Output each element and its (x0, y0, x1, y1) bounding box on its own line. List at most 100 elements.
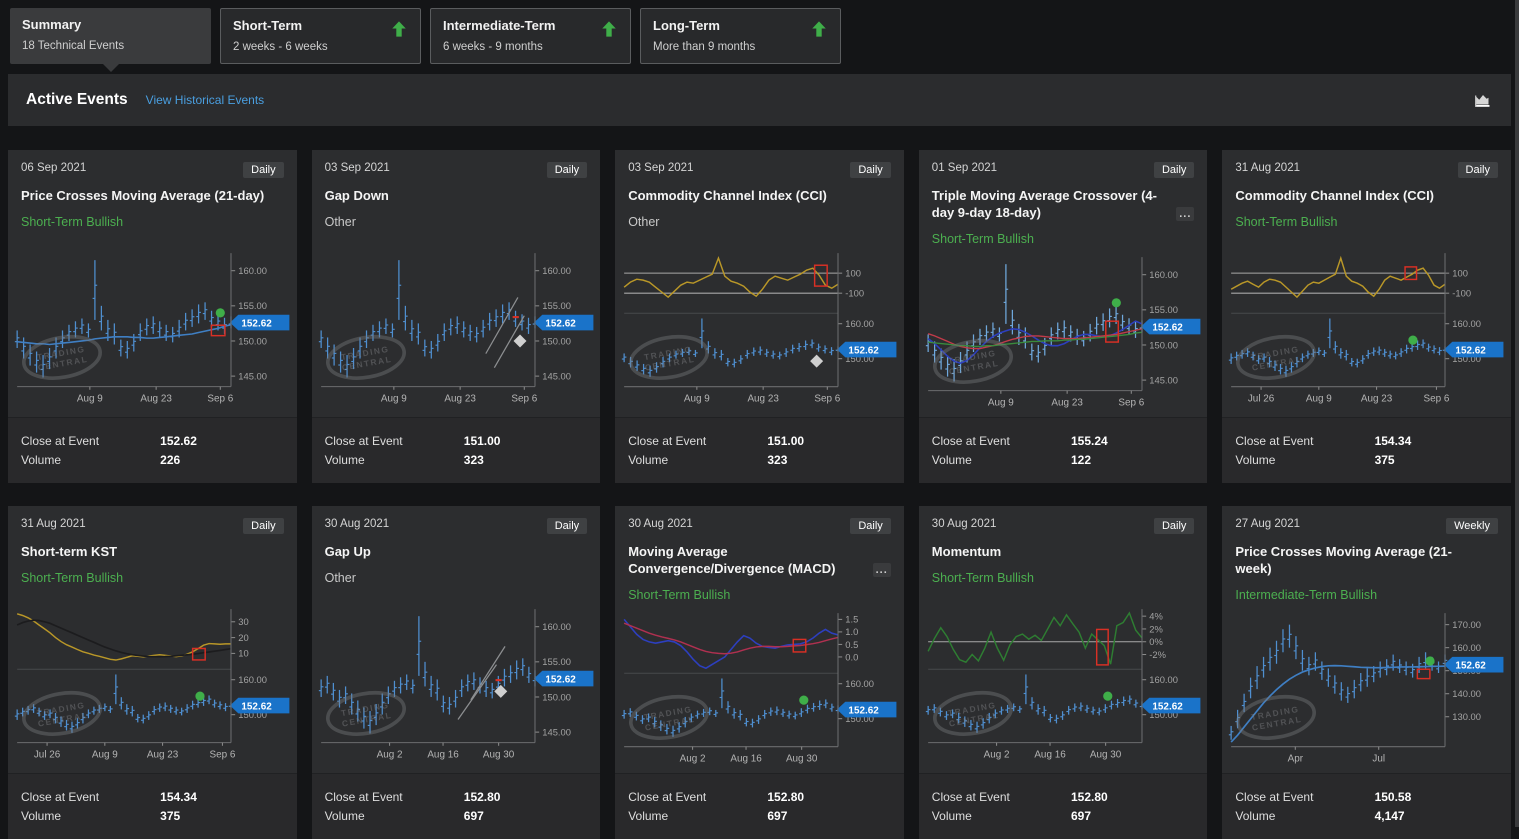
svg-text:152.62: 152.62 (241, 318, 272, 329)
tab-short-term[interactable]: Short-Term 2 weeks - 6 weeks (220, 8, 421, 64)
card-footer: Close at Event 151.00 Volume 323 (312, 417, 601, 483)
svg-text:160.00: 160.00 (1149, 270, 1178, 280)
event-card[interactable]: 03 Sep 2021 Daily Commodity Channel Inde… (615, 150, 904, 483)
svg-text:130.00: 130.00 (1453, 712, 1482, 722)
event-sentiment: Short-Term Bullish (21, 215, 284, 229)
tab-intermediate-term[interactable]: Intermediate-Term 6 weeks - 9 months (430, 8, 631, 64)
events-grid: 06 Sep 2021 Daily Price Crosses Moving A… (8, 150, 1511, 839)
period-badge: Daily (1458, 162, 1498, 178)
svg-text:152.62: 152.62 (849, 706, 880, 717)
volume-value: 697 (1071, 809, 1091, 823)
area-chart-icon[interactable] (1471, 89, 1493, 111)
close-at-event-value: 152.80 (767, 790, 804, 804)
event-date: 30 Aug 2021 (932, 518, 997, 530)
period-badge: Daily (243, 162, 283, 178)
svg-text:Aug 30: Aug 30 (483, 749, 515, 760)
card-footer: Close at Event 150.58 Volume 4,147 (1222, 773, 1511, 839)
event-date: 27 Aug 2021 (1235, 518, 1300, 530)
card-footer: Close at Event 155.24 Volume 122 (919, 417, 1208, 483)
event-sentiment: Short-Term Bullish (628, 588, 891, 602)
up-arrow-icon (600, 20, 618, 38)
event-card[interactable]: 27 Aug 2021 Weekly Price Crosses Moving … (1222, 506, 1511, 839)
svg-text:20: 20 (238, 633, 248, 643)
svg-text:Sep 6: Sep 6 (1424, 393, 1450, 404)
svg-text:0.5: 0.5 (845, 640, 858, 650)
svg-text:Aug 16: Aug 16 (1034, 749, 1066, 760)
event-sentiment: Short-Term Bullish (932, 232, 1195, 246)
svg-text:1.0: 1.0 (845, 628, 858, 638)
close-at-event-value: 152.80 (1071, 790, 1108, 804)
event-title-text: Gap Down (325, 188, 389, 203)
period-badge: Weekly (1446, 518, 1498, 534)
close-at-event-label: Close at Event (325, 434, 464, 448)
event-title: Gap Down (325, 187, 588, 204)
event-sentiment: Short-Term Bullish (1235, 215, 1498, 229)
event-card[interactable]: 30 Aug 2021 Daily Moving Average Converg… (615, 506, 904, 839)
event-card[interactable]: 31 Aug 2021 Daily Commodity Channel Inde… (1222, 150, 1511, 483)
event-sentiment: Other (325, 571, 588, 585)
volume-value: 122 (1071, 453, 1091, 467)
svg-text:160.00: 160.00 (542, 266, 571, 276)
view-historical-events-link[interactable]: View Historical Events (146, 93, 265, 107)
event-card[interactable]: 30 Aug 2021 Daily Gap Up Other 160.00155… (312, 506, 601, 839)
card-footer: Close at Event 152.80 Volume 697 (312, 773, 601, 839)
svg-text:145.00: 145.00 (542, 371, 571, 381)
event-chart: 160.00155.00150.00145.00152.62Aug 9Aug 2… (312, 242, 601, 413)
svg-text:-100: -100 (1453, 289, 1472, 299)
close-at-event-value: 154.34 (1375, 434, 1412, 448)
svg-text:152.62: 152.62 (1456, 661, 1487, 672)
card-header: 06 Sep 2021 Daily Price Crosses Moving A… (8, 150, 297, 242)
close-at-event-label: Close at Event (325, 790, 464, 804)
volume-value: 375 (160, 809, 180, 823)
svg-text:Aug 30: Aug 30 (1090, 749, 1122, 760)
svg-text:Aug 9: Aug 9 (380, 393, 406, 404)
event-card[interactable]: 06 Sep 2021 Daily Price Crosses Moving A… (8, 150, 297, 483)
tab-intermediate-term-subtitle: 6 weeks - 9 months (443, 41, 555, 53)
more-options-button[interactable]: ... (1176, 207, 1194, 222)
event-sentiment: Intermediate-Term Bullish (1235, 588, 1498, 602)
svg-text:152.62: 152.62 (1456, 345, 1487, 356)
close-at-event-value: 152.80 (464, 790, 501, 804)
svg-text:Aug 9: Aug 9 (1306, 393, 1332, 404)
card-footer: Close at Event 152.80 Volume 697 (615, 773, 904, 839)
event-card[interactable]: 31 Aug 2021 Daily Short-term KST Short-T… (8, 506, 297, 839)
event-card[interactable]: 30 Aug 2021 Daily Momentum Short-Term Bu… (919, 506, 1208, 839)
svg-text:Aug 16: Aug 16 (427, 749, 459, 760)
event-card[interactable]: 01 Sep 2021 Daily Triple Moving Average … (919, 150, 1208, 483)
event-date: 03 Sep 2021 (628, 162, 693, 174)
close-at-event-value: 151.00 (767, 434, 804, 448)
event-sentiment: Other (628, 215, 891, 229)
volume-label: Volume (932, 453, 1071, 467)
close-at-event-label: Close at Event (21, 434, 160, 448)
volume-label: Volume (21, 453, 160, 467)
event-card[interactable]: 03 Sep 2021 Daily Gap Down Other 160.001… (312, 150, 601, 483)
card-header: 03 Sep 2021 Daily Commodity Channel Inde… (615, 150, 904, 242)
close-at-event-value: 151.00 (464, 434, 501, 448)
close-at-event-label: Close at Event (628, 434, 767, 448)
more-options-button[interactable]: ... (873, 563, 891, 578)
event-title: Price Crosses Moving Average (21-day) (21, 187, 284, 204)
event-date: 30 Aug 2021 (325, 518, 390, 530)
svg-text:160.00: 160.00 (542, 622, 571, 632)
svg-text:0%: 0% (1149, 637, 1163, 647)
card-footer: Close at Event 154.34 Volume 375 (1222, 417, 1511, 483)
tab-long-term[interactable]: Long-Term More than 9 months (640, 8, 841, 64)
close-at-event-label: Close at Event (21, 790, 160, 804)
event-chart: 160.00155.00150.00145.00152.62Aug 9Aug 2… (8, 242, 297, 413)
svg-text:Aug 9: Aug 9 (684, 393, 710, 404)
event-title: Gap Up (325, 543, 588, 560)
card-header: 30 Aug 2021 Daily Moving Average Converg… (615, 506, 904, 602)
event-title-text: Short-term KST (21, 544, 117, 559)
event-title-text: Price Crosses Moving Average (21-week) (1235, 544, 1452, 576)
svg-text:Sep 6: Sep 6 (207, 393, 233, 404)
tab-summary[interactable]: Summary 18 Technical Events (10, 8, 211, 64)
event-chart: 100-100160.00150.00152.62Jul 26Aug 9Aug … (1222, 242, 1511, 413)
event-date: 30 Aug 2021 (628, 518, 693, 530)
event-title-text: Moving Average Convergence/Divergence (M… (628, 544, 835, 576)
svg-text:160.00: 160.00 (238, 675, 267, 685)
volume-label: Volume (325, 809, 464, 823)
scrollbar[interactable] (1515, 0, 1519, 827)
svg-text:30: 30 (238, 617, 248, 627)
svg-text:Aug 23: Aug 23 (147, 749, 179, 760)
close-at-event-label: Close at Event (932, 790, 1071, 804)
